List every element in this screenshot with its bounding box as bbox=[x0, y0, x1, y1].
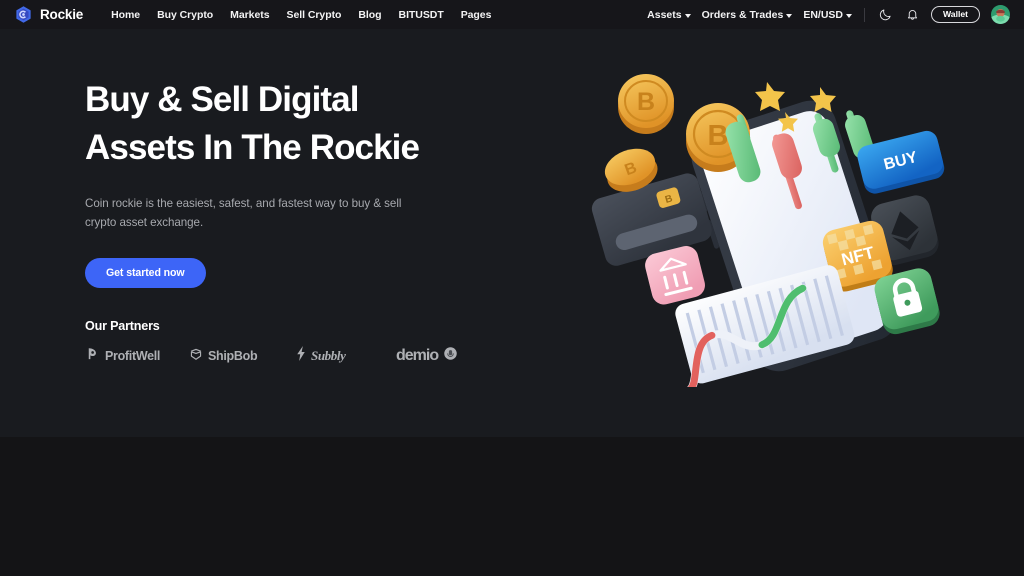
user-avatar[interactable] bbox=[991, 5, 1010, 24]
hero-title-line-2: Assets In The Rockie bbox=[85, 128, 420, 167]
shipbob-logo-icon bbox=[189, 347, 203, 366]
nav-link-bitusdt[interactable]: BITUSDT bbox=[399, 9, 444, 21]
partner-label: Subbly bbox=[311, 348, 346, 363]
partner-label: ProfitWell bbox=[105, 349, 161, 363]
star-icon-3d bbox=[755, 82, 785, 111]
partner-demio[interactable]: demio bbox=[396, 346, 458, 366]
nav-link-sell-crypto[interactable]: Sell Crypto bbox=[287, 9, 342, 21]
chevron-down-icon bbox=[786, 13, 793, 18]
hero-section: Buy & Sell Digital Assets In The Rockie … bbox=[0, 29, 1024, 437]
page-title: Buy & Sell Digital Assets In The Rockie bbox=[85, 76, 505, 172]
svg-text:B: B bbox=[637, 88, 655, 116]
nav-link-blog[interactable]: Blog bbox=[358, 9, 381, 21]
hero-subtitle: Coin rockie is the easiest, safest, and … bbox=[85, 197, 402, 229]
hero-title-line-1: Buy & Sell Digital bbox=[85, 80, 359, 119]
nav-link-pages[interactable]: Pages bbox=[461, 9, 492, 21]
rockie-hexagon-logo-icon bbox=[14, 5, 33, 24]
theme-toggle-button[interactable] bbox=[877, 7, 893, 23]
partners-heading: Our Partners bbox=[85, 319, 160, 333]
lower-section bbox=[0, 437, 1024, 576]
language-currency-label: EN/USD bbox=[803, 8, 843, 21]
orders-trades-dropdown-label: Orders & Trades bbox=[701, 8, 784, 21]
top-navigation-bar: Rockie Home Buy Crypto Markets Sell Cryp… bbox=[0, 0, 1024, 29]
orders-trades-dropdown[interactable]: Orders & Trades bbox=[702, 9, 793, 21]
svg-text:B: B bbox=[708, 120, 729, 152]
nav-divider bbox=[864, 7, 865, 22]
partner-profitwell[interactable]: ProfitWell bbox=[85, 346, 189, 366]
main-nav-links: Home Buy Crypto Markets Sell Crypto Blog… bbox=[111, 9, 491, 21]
language-currency-dropdown[interactable]: EN/USD bbox=[803, 9, 852, 21]
partners-logo-row: ProfitWell ShipBob Subbly demio bbox=[85, 346, 505, 366]
bell-icon bbox=[907, 10, 917, 20]
brand-name: Rockie bbox=[40, 7, 84, 22]
nav-link-markets[interactable]: Markets bbox=[230, 9, 269, 21]
moon-icon bbox=[879, 9, 891, 21]
chevron-down-icon bbox=[684, 13, 691, 18]
partner-subbly[interactable]: Subbly bbox=[296, 346, 396, 366]
brand-logo[interactable]: Rockie bbox=[14, 5, 83, 24]
partner-label: ShipBob bbox=[208, 349, 258, 363]
profitwell-logo-icon bbox=[85, 346, 100, 366]
nav-link-home[interactable]: Home bbox=[111, 9, 140, 21]
nav-link-buy-crypto[interactable]: Buy Crypto bbox=[157, 9, 213, 21]
crypto-trading-3d-illustration: B B B B BUY NFT bbox=[588, 57, 988, 387]
notifications-button[interactable] bbox=[904, 7, 920, 23]
hero-copy: Buy & Sell Digital Assets In The Rockie … bbox=[85, 76, 505, 366]
partner-shipbob[interactable]: ShipBob bbox=[189, 347, 296, 366]
partner-label: demio bbox=[396, 347, 439, 364]
demio-logo-icon bbox=[443, 346, 458, 366]
bitcoin-coin-3d: B bbox=[618, 74, 674, 134]
get-started-button[interactable]: Get started now bbox=[85, 258, 206, 288]
wallet-button[interactable]: Wallet bbox=[931, 5, 980, 24]
page-root: Rockie Home Buy Crypto Markets Sell Cryp… bbox=[0, 0, 1024, 576]
assets-dropdown[interactable]: Assets bbox=[647, 8, 691, 21]
subbly-logo-icon bbox=[296, 346, 306, 366]
chevron-down-icon bbox=[846, 13, 852, 18]
nav-right-group: Assets Orders & Trades EN/USD Wallet bbox=[647, 5, 1010, 24]
assets-dropdown-label: Assets bbox=[647, 8, 682, 21]
